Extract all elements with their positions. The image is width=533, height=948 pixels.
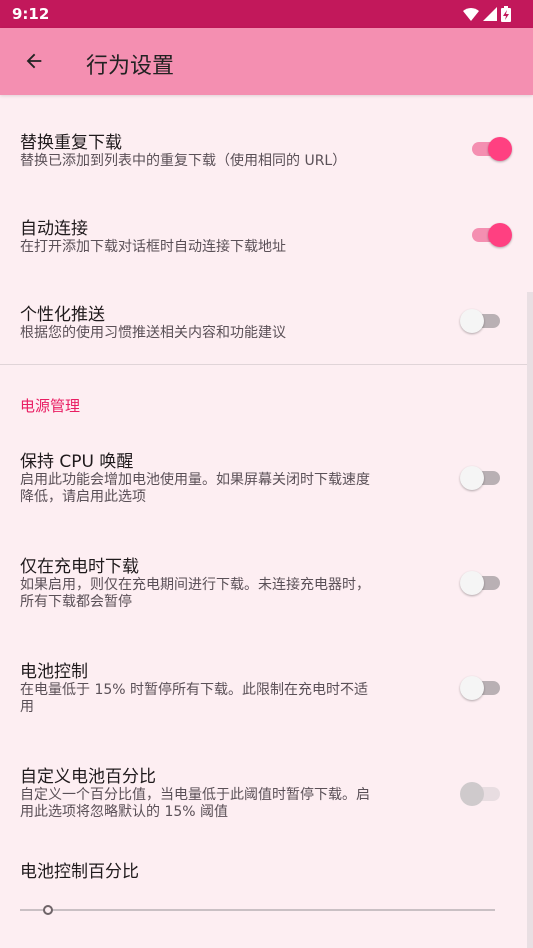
scrollbar[interactable] [527, 292, 533, 948]
setting-title: 仅在充电时下载 [20, 557, 139, 577]
setting-personalized-push[interactable]: 个性化推送 根据您的使用习惯推送相关内容和功能建议 [0, 281, 533, 365]
setting-subtitle: 在电量低于 15% 时暂停所有下载。此限制在充电时不适 用 [20, 682, 369, 715]
setting-custom-battery-percent[interactable]: 自定义电池百分比 自定义一个百分比值，当电量低于此阈值时暂停下载。启 用此选项将… [0, 748, 533, 844]
status-time: 9:12 [12, 5, 50, 23]
arrow-left-icon [26, 53, 42, 69]
battery-charging-icon [501, 6, 511, 22]
setting-subtitle: 如果启用，则仅在充电期间进行下载。未连接充电器时， 所有下载都会暂停 [20, 577, 370, 610]
section-header-power: 电源管理 [20, 397, 81, 415]
download-when-charging-switch[interactable] [460, 569, 504, 597]
keep-cpu-awake-switch[interactable] [460, 464, 504, 492]
setting-download-when-charging[interactable]: 仅在充电时下载 如果启用，则仅在充电期间进行下载。未连接充电器时， 所有下载都会… [0, 538, 533, 634]
setting-subtitle: 替换已添加到列表中的重复下载（使用相同的 URL） [20, 153, 347, 169]
setting-subtitle: 启用此功能会增加电池使用量。如果屏幕关闭时下载速度 降低，请启用此选项 [20, 472, 370, 505]
page-title: 行为设置 [86, 54, 175, 79]
setting-battery-control[interactable]: 电池控制 在电量低于 15% 时暂停所有下载。此限制在充电时不适 用 [0, 643, 533, 739]
setting-subtitle: 在打开添加下载对话框时自动连接下载地址 [20, 239, 286, 255]
slider-title: 电池控制百分比 [20, 862, 139, 882]
custom-battery-percent-switch[interactable] [460, 780, 504, 808]
battery-percent-slider-row: 电池控制百分比 [0, 848, 533, 888]
wifi-icon [463, 8, 479, 21]
battery-percent-slider-thumb[interactable] [43, 905, 53, 915]
signal-icon [483, 7, 497, 21]
auto-connect-switch[interactable] [468, 221, 512, 249]
status-bar: 9:12 [0, 0, 533, 28]
section-divider [0, 364, 533, 365]
personalized-push-switch[interactable] [460, 307, 504, 335]
setting-subtitle: 自定义一个百分比值，当电量低于此阈值时暂停下载。启 用此选项将忽略默认的 15%… [20, 787, 370, 820]
status-icons [463, 6, 511, 22]
replace-duplicate-switch[interactable] [468, 135, 512, 163]
setting-subtitle: 根据您的使用习惯推送相关内容和功能建议 [20, 325, 286, 341]
back-button[interactable] [14, 41, 54, 81]
setting-title: 自动连接 [20, 219, 88, 239]
setting-title: 替换重复下载 [20, 133, 122, 153]
setting-keep-cpu-awake[interactable]: 保持 CPU 唤醒 启用此功能会增加电池使用量。如果屏幕关闭时下载速度 降低，请… [0, 432, 533, 528]
battery-control-switch[interactable] [460, 674, 504, 702]
battery-percent-slider-track[interactable] [20, 909, 495, 911]
app-bar: 行为设置 [0, 28, 533, 95]
setting-title: 保持 CPU 唤醒 [20, 452, 134, 472]
setting-auto-connect[interactable]: 自动连接 在打开添加下载对话框时自动连接下载地址 [0, 195, 533, 281]
setting-title: 自定义电池百分比 [20, 767, 156, 787]
setting-title: 电池控制 [20, 662, 88, 682]
setting-replace-duplicate[interactable]: 替换重复下载 替换已添加到列表中的重复下载（使用相同的 URL） [0, 95, 533, 195]
setting-title: 个性化推送 [20, 305, 105, 325]
